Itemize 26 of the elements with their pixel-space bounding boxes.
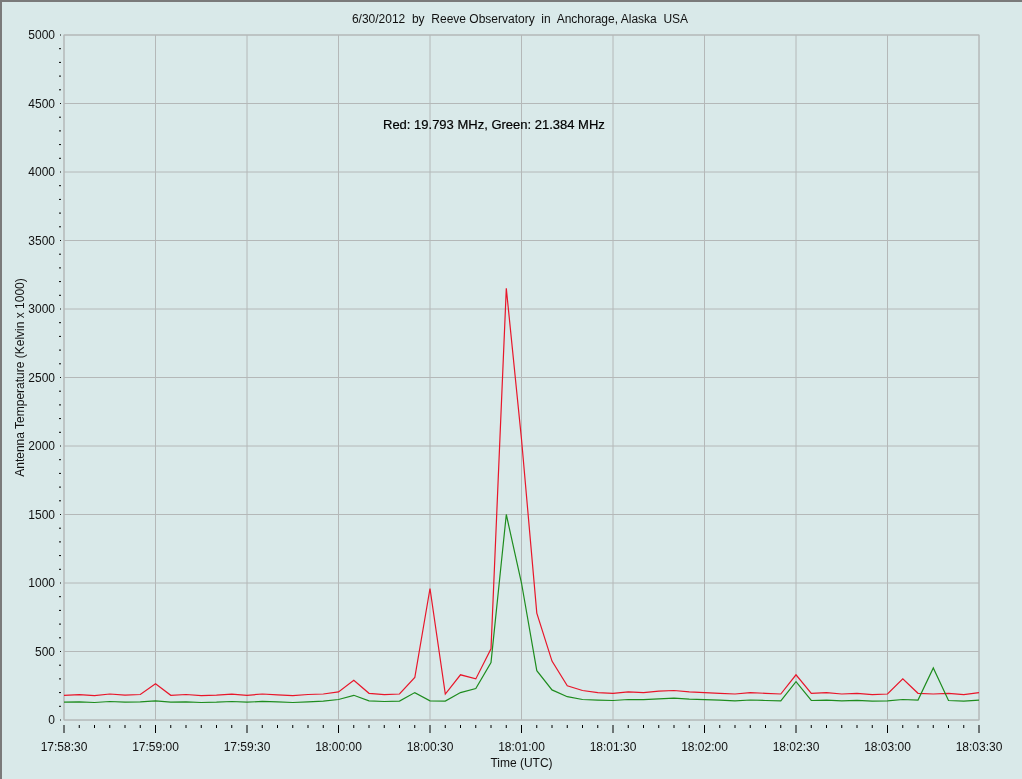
chart-title: 6/30/2012 by Reeve Observatory in Anchorage, Alaska USA — [351, 12, 689, 26]
y-tick-label: 1500 — [28, 507, 55, 522]
y-tick-label: 3000 — [28, 302, 55, 316]
x-tick-label: 17:59:30 — [223, 740, 271, 754]
y-axis-label: Antenna Temperature (Kelvin x 1000) — [13, 278, 27, 477]
y-tick-label: 0 — [48, 713, 55, 727]
y-tick-label: 4500 — [28, 96, 55, 111]
y-tick-label: 2000 — [28, 439, 55, 453]
x-tick-label: 18:03:30 — [955, 740, 1003, 754]
y-tick-label: 1000 — [28, 576, 55, 590]
y-tick-label: 500 — [34, 644, 55, 659]
x-tick-label: 18:01:30 — [589, 740, 637, 754]
y-tick-label: 2500 — [28, 370, 55, 385]
x-tick-label: 17:58:30 — [40, 740, 88, 754]
y-tick-label: 3500 — [28, 233, 55, 248]
x-tick-label: 17:59:00 — [132, 740, 179, 754]
y-tick-label: 4000 — [28, 165, 55, 179]
x-tick-label: 18:03:00 — [864, 740, 911, 754]
x-tick-label: 18:00:00 — [315, 740, 362, 754]
x-tick-label: 18:00:30 — [406, 740, 454, 754]
x-axis-label: Time (UTC) — [490, 756, 553, 770]
y-tick-label: 5000 — [28, 28, 55, 42]
x-tick-label: 18:02:00 — [681, 740, 728, 754]
chart-annotation: Red: 19.793 MHz, Green: 21.384 MHz — [383, 117, 605, 132]
x-tick-label: 18:01:00 — [498, 740, 545, 754]
x-tick-label: 18:02:30 — [772, 740, 820, 754]
